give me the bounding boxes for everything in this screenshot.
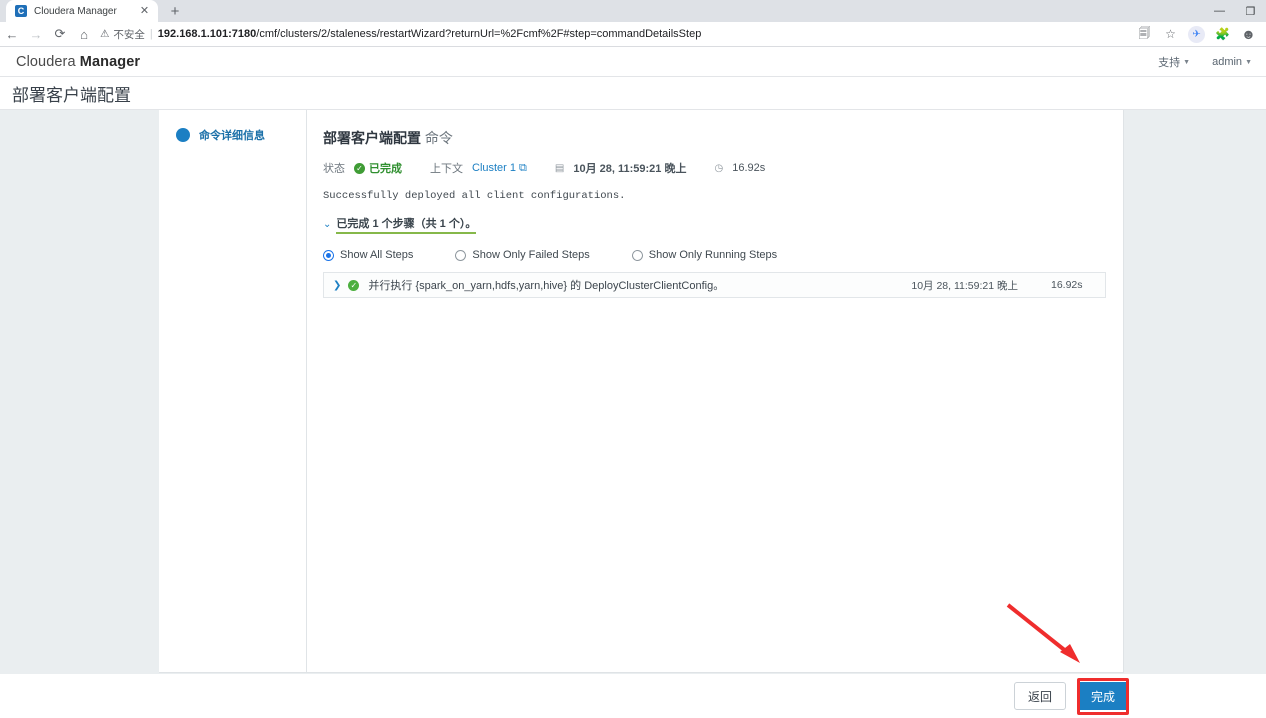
browser-tab[interactable]: C Cloudera Manager ✕ [6, 0, 158, 22]
url-path: /cmf/clusters/2/staleness/restartWizard?… [256, 28, 702, 40]
support-menu-label: 支持 [1158, 57, 1181, 69]
filter-label: Show All Steps [340, 249, 414, 261]
reload-icon[interactable]: ⟳ [48, 22, 72, 46]
browser-tab-title: Cloudera Manager [34, 5, 117, 17]
chevron-down-icon: ▼ [1245, 58, 1252, 66]
step-timestamp: 10月 28, 11:59:21 晚上 [911, 279, 1018, 292]
radio-icon[interactable] [631, 249, 643, 261]
sidebar-item-command-details[interactable]: 命令详细信息 [159, 127, 306, 143]
wizard-panel: 命令详细信息 部署客户端配置 命令 状态 ✓ 已完成 上下文 Cluster 1… [159, 110, 1124, 673]
forward-arrow-icon[interactable]: → [24, 22, 48, 46]
filter-label: Show Only Failed Steps [472, 249, 590, 261]
support-menu[interactable]: 支持 ▼ [1158, 54, 1190, 70]
filter-label: Show Only Running Steps [648, 249, 778, 261]
wizard-body: 命令详细信息 部署客户端配置 命令 状态 ✓ 已完成 上下文 Cluster 1… [0, 110, 1266, 674]
bookmark-star-icon[interactable]: ☆ [1162, 26, 1179, 43]
check-circle-icon: ✓ [348, 279, 360, 291]
wizard-step-list: 命令详细信息 [159, 110, 307, 672]
chevron-down-icon: ⌄ [323, 218, 332, 230]
sidebar-item-label: 命令详细信息 [199, 130, 265, 142]
app-header: Cloudera Manager 支持 ▼ admin ▼ [0, 48, 1266, 77]
app-logo[interactable]: Cloudera Manager [16, 54, 140, 70]
filter-show-running-steps[interactable]: Show Only Running Steps [631, 249, 778, 261]
close-icon[interactable]: ✕ [138, 5, 151, 18]
back-arrow-icon[interactable]: ← [0, 22, 24, 46]
plus-icon[interactable]: + [164, 0, 186, 22]
toolbar-icon-group: 🗐 ☆ ✈ 🧩 ☻ [1136, 25, 1266, 43]
app-header-actions: 支持 ▼ admin ▼ [1158, 54, 1252, 70]
command-timestamp: 10月 28, 11:59:21 晚上 [573, 163, 687, 175]
filter-show-all-steps[interactable]: Show All Steps [323, 249, 413, 261]
step-description: 并行执行 {spark_on_yarn,hdfs,yarn,hive} 的 De… [368, 280, 725, 292]
maximize-icon[interactable]: ❐ [1235, 0, 1266, 22]
command-title: 部署客户端配置 命令 [323, 128, 1123, 148]
check-circle-icon: ✓ [354, 162, 365, 174]
step-status-dot-icon [176, 128, 190, 142]
filter-show-failed-steps[interactable]: Show Only Failed Steps [455, 249, 590, 261]
command-duration: 16.92s [732, 162, 766, 174]
calendar-icon: ▤ [554, 162, 565, 174]
translate-icon[interactable]: 🗐 [1136, 26, 1153, 43]
step-duration: 16.92s [1051, 279, 1083, 291]
browser-toolbar: ← → ⟳ ⌂ ⚠ 不安全 | 192.168.1.101:7180/cmf/c… [0, 22, 1266, 47]
context-label: 上下文 [430, 163, 463, 175]
warning-triangle-icon: ⚠ [100, 28, 110, 40]
command-title-main: 部署客户端配置 [323, 130, 421, 146]
security-label: 不安全 [113, 28, 145, 41]
status-badge: ✓ 已完成 [354, 160, 402, 176]
brand-bold: Manager [79, 54, 141, 70]
context-value: Cluster 1 [472, 162, 517, 174]
minimize-icon[interactable]: — [1204, 0, 1235, 22]
security-status[interactable]: ⚠ 不安全 [100, 27, 145, 42]
extensions-puzzle-icon[interactable]: 🧩 [1214, 26, 1231, 43]
chevron-down-icon: ▼ [1183, 58, 1191, 66]
command-message: Successfully deployed all client configu… [323, 190, 626, 202]
step-filter-group: Show All Steps Show Only Failed Steps Sh… [323, 249, 1123, 261]
brand-light: Cloudera [16, 54, 76, 70]
page-title: 部署客户端配置 [12, 85, 131, 105]
url-text: 192.168.1.101:7180/cmf/clusters/2/stalen… [158, 28, 702, 40]
finish-button[interactable]: 完成 [1076, 682, 1129, 710]
omnibox-divider: | [149, 28, 153, 40]
steps-summary-toggle[interactable]: ⌄ 已完成 1 个步骤（共 1 个）。 [323, 215, 1123, 234]
page-title-bar: 部署客户端配置 [0, 77, 1266, 110]
context-link[interactable]: Cluster 1 ⧉ [472, 162, 527, 175]
back-button[interactable]: 返回 [1013, 682, 1066, 710]
extension-blue-icon[interactable]: ✈ [1188, 25, 1205, 43]
table-row[interactable]: ❯ ✓ 并行执行 {spark_on_yarn,hdfs,yarn,hive} … [323, 272, 1106, 298]
radio-icon[interactable] [455, 249, 467, 261]
browser-tab-strip: C Cloudera Manager ✕ + — ❐ [0, 0, 1266, 22]
status-label: 状态 [323, 163, 345, 175]
user-menu[interactable]: admin ▼ [1212, 56, 1252, 68]
user-menu-label: admin [1212, 56, 1243, 68]
command-meta-row: 状态 ✓ 已完成 上下文 Cluster 1 ⧉ ▤ 10月 28, 11:59… [323, 160, 1123, 176]
cloudera-favicon: C [15, 5, 27, 17]
radio-icon[interactable] [323, 249, 334, 261]
command-title-suffix: 命令 [424, 130, 453, 146]
wizard-footer: 返回 完成 [0, 674, 1266, 718]
command-details-content: 部署客户端配置 命令 状态 ✓ 已完成 上下文 Cluster 1 ⧉ ▤ 10… [307, 110, 1123, 672]
status-value: 已完成 [369, 163, 402, 175]
window-controls: — ❐ [1204, 0, 1266, 22]
chevron-right-icon[interactable]: ❯ [333, 280, 341, 291]
home-icon[interactable]: ⌂ [72, 22, 96, 46]
clock-icon: ◷ [714, 162, 724, 174]
url-host: 192.168.1.101:7180 [157, 28, 257, 40]
profile-avatar-icon[interactable]: ☻ [1240, 26, 1257, 43]
external-link-icon: ⧉ [519, 161, 527, 174]
steps-summary-label: 已完成 1 个步骤（共 1 个）。 [336, 215, 477, 234]
address-bar[interactable]: ⚠ 不安全 | 192.168.1.101:7180/cmf/clusters/… [100, 24, 1130, 45]
